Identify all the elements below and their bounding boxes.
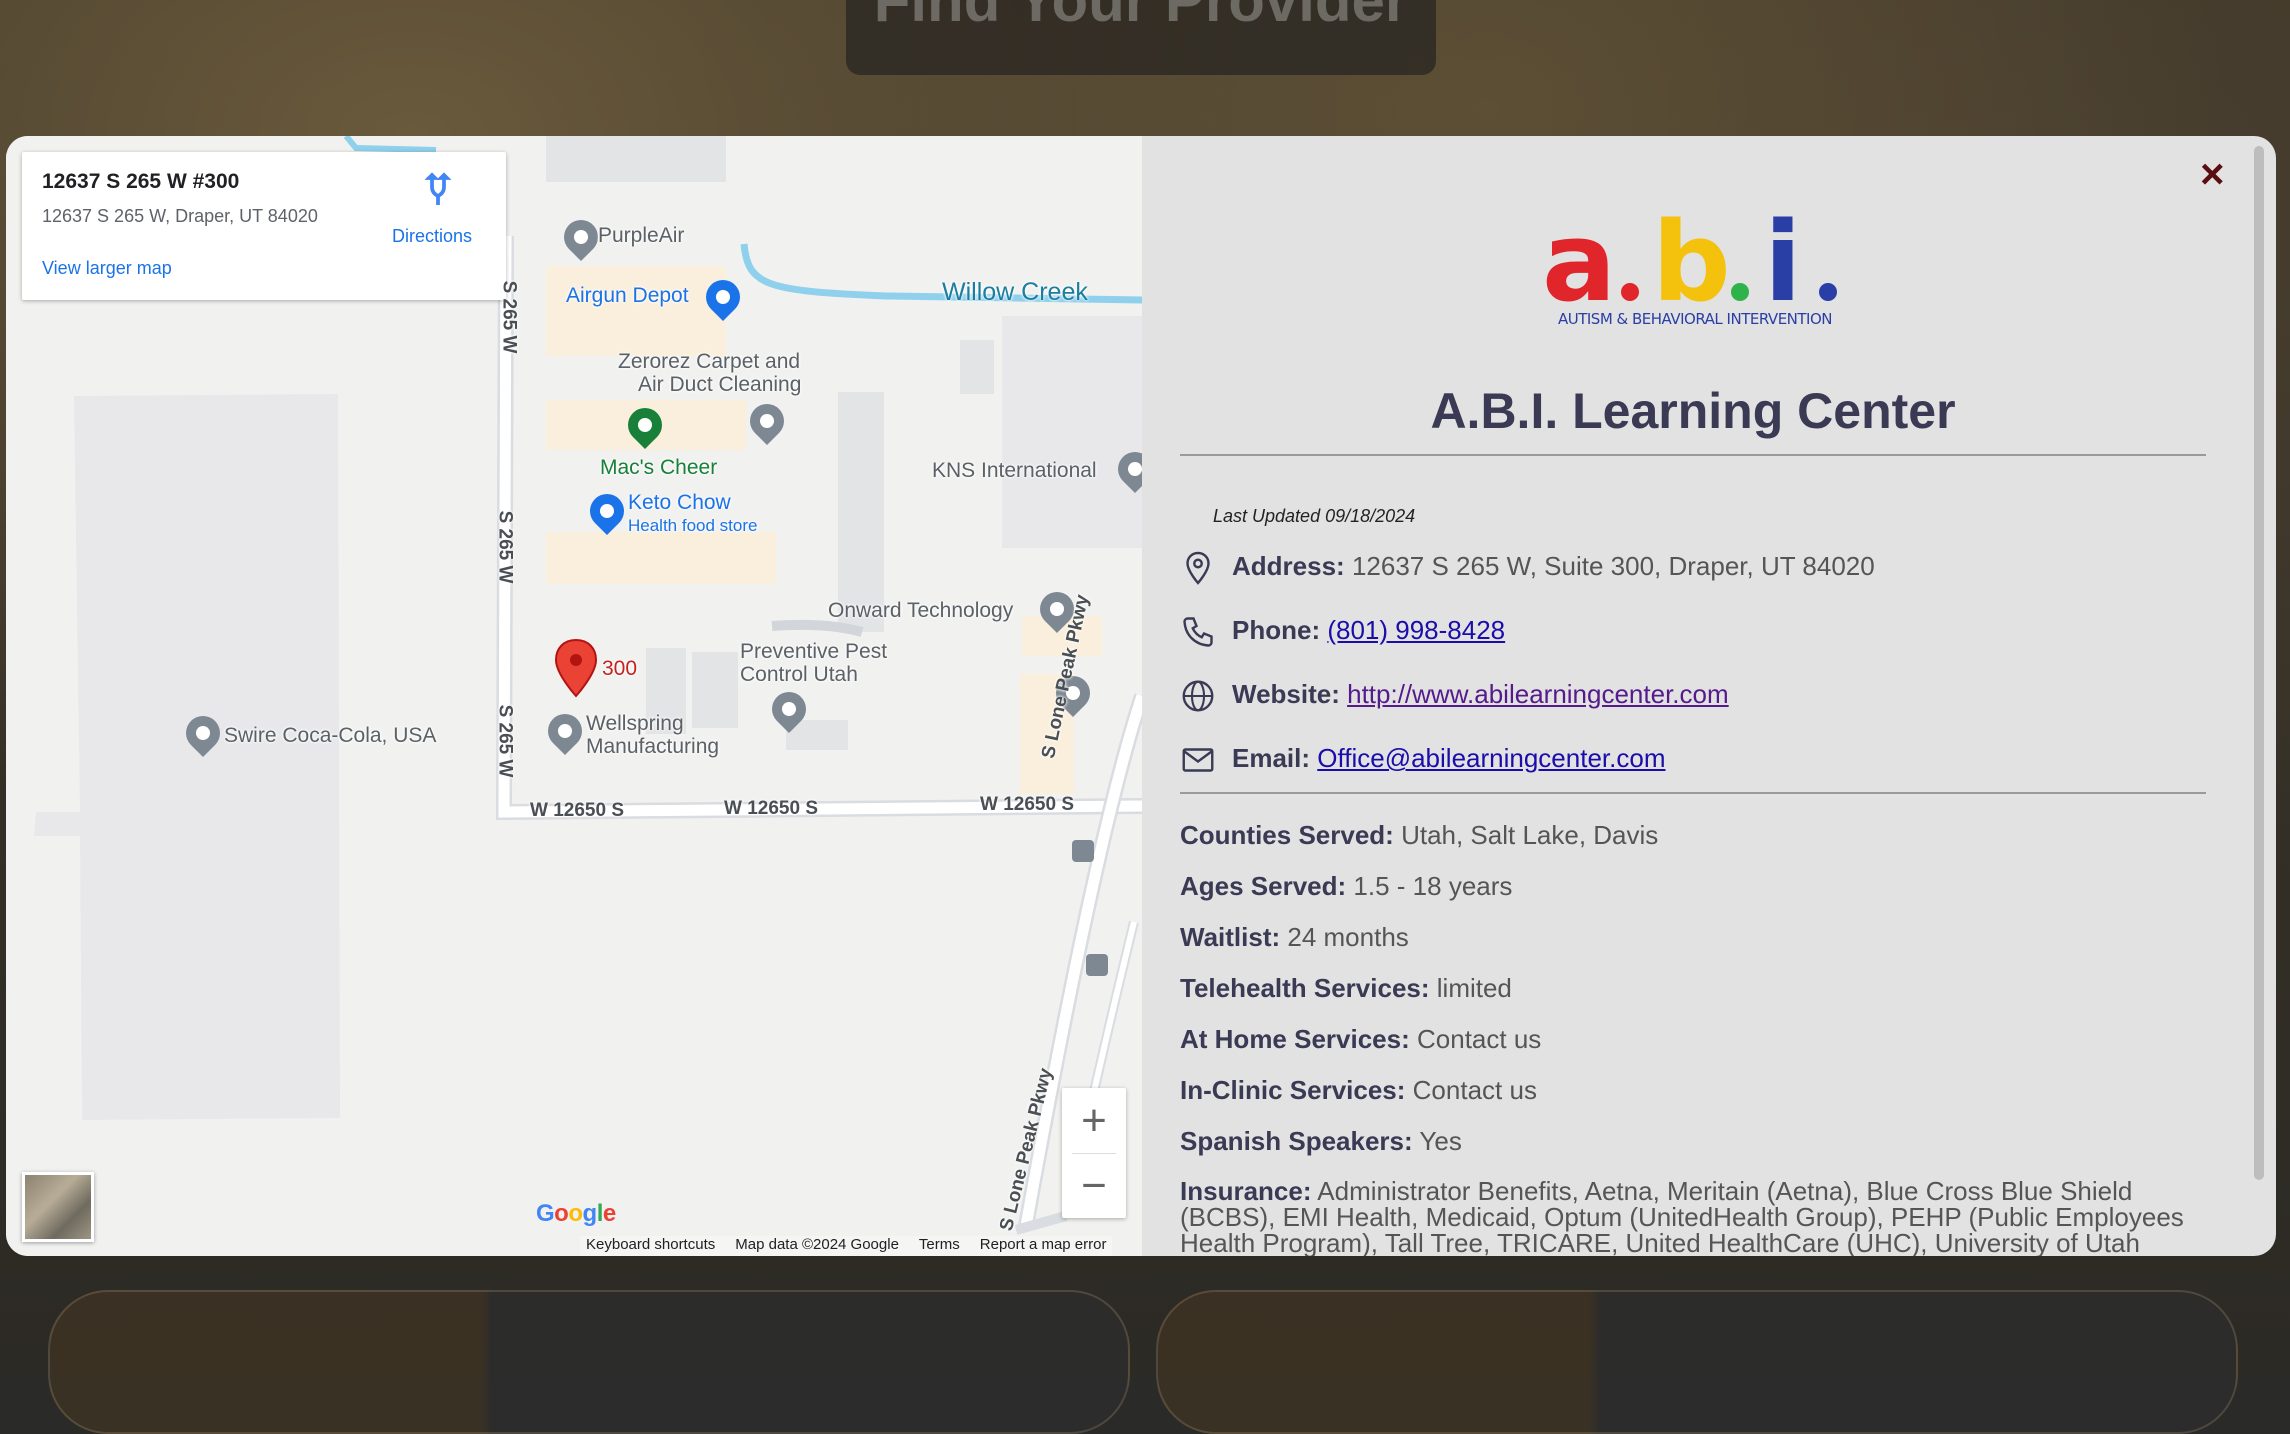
envelope-icon xyxy=(1182,748,1214,772)
waitlist-label: Waitlist: xyxy=(1180,922,1281,952)
modal-scrollbar[interactable] xyxy=(2254,146,2264,1180)
divider xyxy=(1180,454,2206,456)
provider-name: A.B.I. Learning Center xyxy=(1430,383,1956,439)
svg-text:b: b xyxy=(1652,200,1731,326)
satellite-toggle[interactable] xyxy=(22,1172,94,1242)
ages-value: 1.5 - 18 years xyxy=(1353,871,1513,901)
close-button[interactable]: × xyxy=(2200,150,2225,198)
telehealth-value: limited xyxy=(1436,973,1512,1003)
globe-icon xyxy=(1182,680,1214,712)
view-larger-map-link[interactable]: View larger map xyxy=(42,258,172,279)
location-pin-icon xyxy=(1186,551,1210,585)
road-label: W 12650 S xyxy=(980,794,1074,815)
svg-text:a: a xyxy=(1542,200,1616,326)
waitlist-value: 24 months xyxy=(1287,922,1409,952)
home-services-value: Contact us xyxy=(1417,1024,1542,1054)
counties-value: Utah, Salt Lake, Davis xyxy=(1401,820,1659,850)
address-value: 12637 S 265 W, Suite 300, Draper, UT 840… xyxy=(1351,550,1875,581)
ages-row: Ages Served: 1.5 - 18 years xyxy=(1180,871,1512,902)
last-updated: Last Updated 09/18/2024 xyxy=(1213,506,1416,526)
google-logo: Google xyxy=(536,1200,616,1227)
phone-icon xyxy=(1183,617,1213,647)
map-place-title: 12637 S 265 W #300 xyxy=(42,170,240,193)
google-map[interactable]: 12637 S 265 W #300 12637 S 265 W, Draper… xyxy=(6,136,1142,1256)
email-row: Email: Office@abilearningcenter.com xyxy=(1180,742,1665,778)
poi-label-zerorez[interactable]: Zerorez Carpet and xyxy=(618,350,800,374)
poi-label-swire[interactable]: Swire Coca-Cola, USA xyxy=(224,724,436,748)
poi-label-onward[interactable]: Onward Technology xyxy=(828,599,1013,623)
map-data-text: Map data ©2024 Google xyxy=(735,1236,899,1253)
home-services-row: At Home Services: Contact us xyxy=(1180,1024,1541,1055)
zoom-in-button[interactable]: + xyxy=(1062,1088,1126,1153)
address-row: Address: 12637 S 265 W, Suite 300, Drape… xyxy=(1180,550,1875,586)
water-label-willow-creek: Willow Creek xyxy=(942,278,1088,306)
insurance-clip: Insurance: Administrator Benefits, Aetna… xyxy=(1180,1170,2240,1256)
bus-stop-icon[interactable] xyxy=(1072,840,1094,862)
insurance-value: Administrator Benefits, Aetna, Meritain … xyxy=(1180,1176,2184,1256)
road-label: S 265 W xyxy=(494,704,516,778)
svg-text:i: i xyxy=(1764,200,1802,326)
poi-label-kns[interactable]: KNS International xyxy=(932,459,1097,483)
map-info-card: 12637 S 265 W #300 12637 S 265 W, Draper… xyxy=(22,152,506,300)
clinic-services-row: In-Clinic Services: Contact us xyxy=(1180,1075,1537,1106)
telehealth-row: Telehealth Services: limited xyxy=(1180,973,1512,1004)
poi-label-zerorez-2[interactable]: Air Duct Cleaning xyxy=(638,373,801,397)
zoom-out-button[interactable]: − xyxy=(1062,1153,1126,1218)
poi-label-wellspring-2[interactable]: Manufacturing xyxy=(586,735,719,759)
svg-text:AUTISM & BEHAVIORAL INTERVENTI: AUTISM & BEHAVIORAL INTERVENTION xyxy=(1558,310,1832,328)
marker-label: 300 xyxy=(602,657,638,680)
clinic-services-value: Contact us xyxy=(1412,1075,1537,1105)
divider xyxy=(1180,792,2206,794)
road-label: W 12650 S xyxy=(530,800,624,821)
provider-modal: 12637 S 265 W #300 12637 S 265 W, Draper… xyxy=(6,136,2276,1256)
road-label: W 12650 S xyxy=(724,798,818,819)
provider-card[interactable] xyxy=(1156,1290,2238,1434)
poi-label-preventive-pest[interactable]: Preventive Pest xyxy=(740,640,887,664)
waitlist-row: Waitlist: 24 months xyxy=(1180,922,1409,953)
directions-link[interactable]: Directions xyxy=(392,226,472,247)
abi-logo: a b i AUTISM & BEHAVIORAL INTERVENTION xyxy=(1542,200,1837,328)
ages-label: Ages Served: xyxy=(1180,871,1347,901)
website-label: Website: xyxy=(1232,678,1340,709)
provider-card[interactable] xyxy=(48,1290,1130,1434)
directions-icon[interactable] xyxy=(420,172,456,208)
insurance-row: Insurance: Administrator Benefits, Aetna… xyxy=(1180,1178,2190,1256)
map-footer: Keyboard shortcuts Map data ©2024 Google… xyxy=(580,1236,1113,1256)
poi-label-keto-chow-type: Health food store xyxy=(628,516,758,535)
counties-row: Counties Served: Utah, Salt Lake, Davis xyxy=(1180,820,1658,851)
poi-label-wellspring[interactable]: Wellspring xyxy=(586,712,684,736)
website-row: Website: http://www.abilearningcenter.co… xyxy=(1180,678,1729,714)
home-services-label: At Home Services: xyxy=(1180,1024,1410,1054)
location-marker-icon[interactable] xyxy=(554,638,598,698)
email-link[interactable]: Office@abilearningcenter.com xyxy=(1317,743,1665,773)
poi-label-airgun[interactable]: Airgun Depot xyxy=(566,284,689,308)
spanish-row: Spanish Speakers: Yes xyxy=(1180,1126,1462,1157)
road-label: S 265 W xyxy=(494,510,516,584)
email-label: Email: xyxy=(1232,742,1311,773)
spanish-label: Spanish Speakers: xyxy=(1180,1126,1413,1156)
phone-label: Phone: xyxy=(1232,614,1321,645)
keyboard-shortcuts-link[interactable]: Keyboard shortcuts xyxy=(586,1236,715,1256)
map-zoom-control: + − xyxy=(1062,1088,1126,1218)
clinic-services-label: In-Clinic Services: xyxy=(1180,1075,1406,1105)
address-label: Address: xyxy=(1232,550,1345,581)
poi-label-purpleair[interactable]: PurpleAir xyxy=(598,224,684,248)
map-place-address: 12637 S 265 W, Draper, UT 84020 xyxy=(42,206,318,226)
poi-label-macs-cheer[interactable]: Mac's Cheer xyxy=(600,456,717,480)
telehealth-label: Telehealth Services: xyxy=(1180,973,1430,1003)
terms-link[interactable]: Terms xyxy=(919,1236,960,1256)
counties-label: Counties Served: xyxy=(1180,820,1394,850)
hero-title: Find Your Provider xyxy=(873,0,1409,34)
spanish-value: Yes xyxy=(1419,1126,1462,1156)
road-label: S 265 W xyxy=(498,280,520,354)
report-error-link[interactable]: Report a map error xyxy=(980,1236,1107,1256)
phone-row: Phone: (801) 998-8428 xyxy=(1180,614,1505,650)
phone-link[interactable]: (801) 998-8428 xyxy=(1327,615,1505,645)
bus-stop-icon[interactable] xyxy=(1086,954,1108,976)
poi-label-keto-chow[interactable]: Keto Chow xyxy=(628,491,731,515)
poi-label-preventive-pest-2[interactable]: Control Utah xyxy=(740,663,858,687)
website-link[interactable]: http://www.abilearningcenter.com xyxy=(1347,679,1729,709)
